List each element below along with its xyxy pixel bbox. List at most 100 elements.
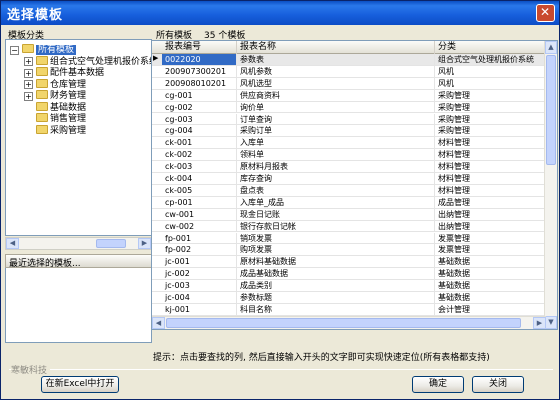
table-row[interactable]: kj-001 科目名称 会计管理	[152, 303, 546, 316]
table-cell[interactable]: 采购管理	[435, 101, 546, 113]
grid-horizontal-scrollbar[interactable]: ◀ ▶	[152, 316, 546, 329]
table-cell[interactable]: 购项发票	[237, 244, 435, 256]
tree-expander-icon[interactable]: +	[24, 57, 33, 66]
table-cell[interactable]: 盘点表	[237, 184, 435, 196]
table-cell[interactable]: 采购管理	[435, 89, 546, 101]
table-cell[interactable]: 200908010201	[162, 77, 237, 89]
tree-expander-icon[interactable]: +	[24, 80, 33, 89]
table-cell[interactable]: jc-002	[162, 268, 237, 280]
table-cell[interactable]: 销项发票	[237, 232, 435, 244]
table-cell[interactable]: fp-001	[162, 232, 237, 244]
table-cell[interactable]: 200907300201	[162, 65, 237, 77]
table-cell[interactable]: 材料管理	[435, 184, 546, 196]
table-cell[interactable]: 成品基础数据	[237, 268, 435, 280]
tree-item[interactable]: 基础数据	[36, 101, 86, 114]
column-header[interactable]: 分类	[435, 41, 546, 54]
template-grid[interactable]: 报表编号 报表名称 分类 ▶ 0022020 参数表 组合式空气处理机报价系统 200907…	[151, 40, 558, 330]
scroll-thumb[interactable]	[166, 318, 521, 328]
table-cell[interactable]: ck-005	[162, 184, 237, 196]
table-cell[interactable]: jc-001	[162, 256, 237, 268]
table-cell[interactable]: ck-003	[162, 161, 237, 173]
table-cell[interactable]: 发票管理	[435, 232, 546, 244]
table-row[interactable]: cg-001 供应商资料 采购管理	[152, 89, 546, 102]
table-cell[interactable]: 参数标题	[237, 292, 435, 303]
table-row[interactable]: fp-002 购项发票 发票管理	[152, 244, 546, 257]
table-cell[interactable]: 入库单_成品	[237, 196, 435, 208]
table-cell[interactable]: 参数表	[237, 54, 435, 65]
table-row[interactable]: cp-001 入库单_成品 成品管理	[152, 196, 546, 209]
table-cell[interactable]: 材料管理	[435, 137, 546, 149]
tree-item[interactable]: 采购管理	[36, 124, 86, 137]
category-tree[interactable]: − 所有模板 + 组合式空气处理机报价系统 + 配件基本数据 + 仓库管理 + 财务管理 基础数据销…	[5, 39, 152, 236]
table-cell[interactable]: 发票管理	[435, 244, 546, 256]
table-row[interactable]: ck-004 库存查询 材料管理	[152, 173, 546, 185]
table-cell[interactable]: 供应商资料	[237, 89, 435, 101]
table-row[interactable]: ck-002 领料单 材料管理	[152, 149, 546, 162]
table-cell[interactable]: 银行存款日记帐	[237, 220, 435, 232]
table-cell[interactable]: cg-003	[162, 113, 237, 125]
grid-vertical-scrollbar[interactable]: ▲ ▼	[544, 41, 557, 329]
tree-item[interactable]: 所有模板	[22, 44, 77, 56]
table-row[interactable]: ck-005 盘点表 材料管理	[152, 184, 546, 197]
table-cell[interactable]: kj-001	[162, 303, 237, 315]
table-cell[interactable]: 基础数据	[435, 268, 546, 280]
tree-expander-icon[interactable]: −	[10, 45, 19, 55]
table-row[interactable]: cg-003 订单查询 采购管理	[152, 113, 546, 126]
table-cell[interactable]: cw-002	[162, 220, 237, 232]
table-cell[interactable]: cp-001	[162, 196, 237, 208]
table-cell[interactable]: 基础数据	[435, 256, 546, 268]
table-cell[interactable]: 订单查询	[237, 113, 435, 125]
table-cell[interactable]: jc-003	[162, 280, 237, 292]
tree-item[interactable]: 销售管理	[36, 113, 86, 125]
table-cell[interactable]: 基础数据	[435, 292, 546, 303]
table-cell[interactable]: 成品管理	[435, 196, 546, 208]
table-cell[interactable]: 材料管理	[435, 161, 546, 173]
tree-item[interactable]: 配件基本数据	[36, 67, 104, 79]
table-cell[interactable]: 采购管理	[435, 113, 546, 125]
recent-templates-list[interactable]	[5, 268, 152, 343]
table-cell[interactable]: cw-001	[162, 208, 237, 220]
table-cell[interactable]: 原材料月报表	[237, 161, 435, 173]
table-cell[interactable]: cg-002	[162, 101, 237, 113]
column-header[interactable]: 报表编号	[162, 41, 237, 54]
table-cell[interactable]: 出纳管理	[435, 208, 546, 220]
table-cell[interactable]: 库存查询	[237, 173, 435, 184]
tree-item[interactable]: 财务管理	[36, 90, 86, 102]
title-bar[interactable]: 选择模板 ✕	[1, 1, 559, 25]
table-cell[interactable]: 询价单	[237, 101, 435, 113]
table-row[interactable]: cg-004 采购订单 采购管理	[152, 125, 546, 138]
tree-item[interactable]: 仓库管理	[36, 78, 86, 91]
table-cell[interactable]: 材料管理	[435, 149, 546, 161]
table-cell[interactable]: 组合式空气处理机报价系统	[435, 54, 546, 65]
tree-expander-icon[interactable]: +	[24, 91, 33, 101]
table-cell[interactable]: 材料管理	[435, 173, 546, 184]
table-row[interactable]: cw-002 银行存款日记帐 出纳管理	[152, 220, 546, 233]
table-row[interactable]: jc-003 成品类别 基础数据	[152, 280, 546, 292]
column-header[interactable]: 报表名称	[237, 41, 435, 54]
table-row[interactable]: ck-003 原材料月报表 材料管理	[152, 161, 546, 173]
tree-horizontal-scrollbar[interactable]: ◀ ▶	[5, 237, 152, 250]
table-row[interactable]: jc-004 参数标题 基础数据	[152, 292, 546, 304]
table-row[interactable]: ▶ 0022020 参数表 组合式空气处理机报价系统	[152, 54, 546, 66]
table-row[interactable]: cw-001 现金日记账 出纳管理	[152, 208, 546, 221]
table-cell[interactable]: 风机	[435, 77, 546, 89]
table-cell[interactable]: ck-004	[162, 173, 237, 184]
scroll-down-icon[interactable]: ▼	[545, 316, 557, 329]
table-row[interactable]: cg-002 询价单 采购管理	[152, 101, 546, 114]
table-cell[interactable]: 0022020	[162, 54, 237, 65]
scroll-thumb[interactable]	[96, 239, 126, 248]
table-cell[interactable]: 基础数据	[435, 280, 546, 292]
table-cell[interactable]: ck-001	[162, 137, 237, 149]
table-row[interactable]: 200908010201 风机选型 风机	[152, 77, 546, 90]
table-cell[interactable]: cg-001	[162, 89, 237, 101]
close-window-button[interactable]: ✕	[536, 4, 555, 22]
table-row[interactable]: ck-001 入库单 材料管理	[152, 137, 546, 150]
tree-expander-icon[interactable]: +	[24, 68, 33, 78]
table-cell[interactable]: 风机选型	[237, 77, 435, 89]
table-cell[interactable]: 原材料基础数据	[237, 256, 435, 268]
scroll-left-icon[interactable]: ◀	[6, 238, 19, 249]
table-cell[interactable]: ck-002	[162, 149, 237, 161]
table-cell[interactable]: 领料单	[237, 149, 435, 161]
scroll-left-icon[interactable]: ◀	[152, 317, 165, 329]
table-cell[interactable]: 成品类别	[237, 280, 435, 292]
